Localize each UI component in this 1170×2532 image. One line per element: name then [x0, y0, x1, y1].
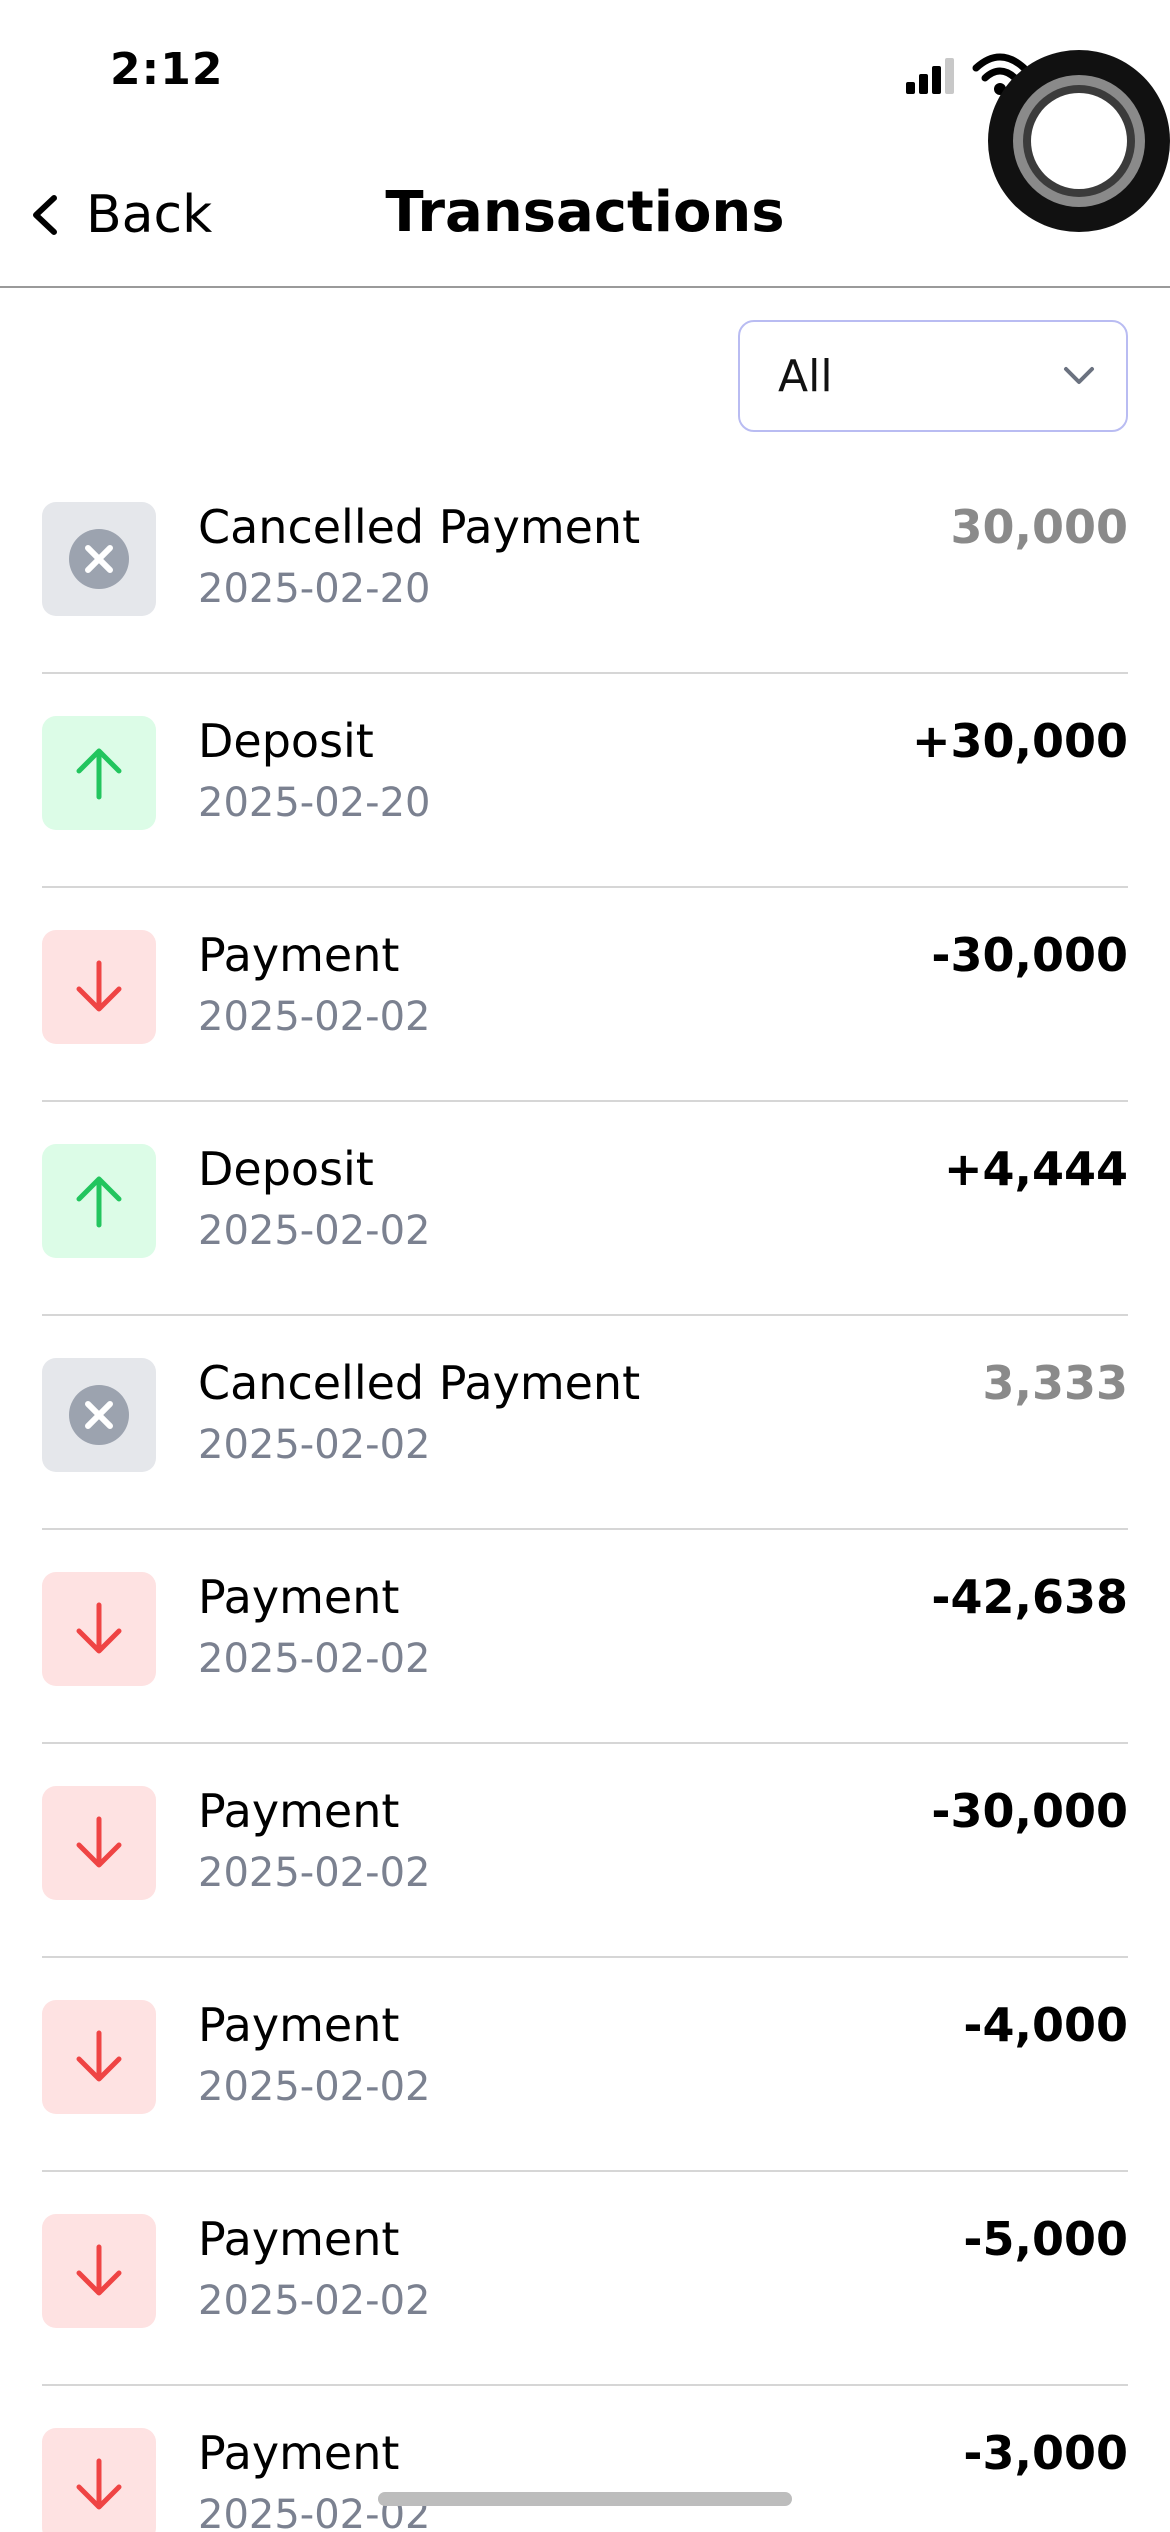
transaction-amount: -5,000 [963, 2212, 1128, 2266]
transaction-amount: -30,000 [931, 1784, 1128, 1838]
transaction-title: Payment [198, 2426, 400, 2480]
chevron-down-icon [1064, 367, 1094, 384]
transaction-date: 2025-02-02 [198, 2278, 431, 2324]
transaction-title: Deposit [198, 1142, 374, 1196]
transaction-amount: -42,638 [931, 1570, 1128, 1624]
close-circle-icon [42, 1358, 156, 1472]
transaction-amount: 3,333 [982, 1356, 1128, 1410]
close-circle-icon [42, 502, 156, 616]
arrow-down-icon [42, 2214, 156, 2328]
transaction-row[interactable]: Cancelled Payment 2025-02-02 3,333 [42, 1316, 1128, 1530]
arrow-down-icon [42, 2000, 156, 2114]
cellular-signal-icon [906, 58, 954, 94]
transaction-row[interactable]: Payment 2025-02-02 -30,000 [42, 1744, 1128, 1958]
arrow-down-icon [42, 1572, 156, 1686]
transaction-date: 2025-02-02 [198, 994, 431, 1040]
transaction-row[interactable]: Payment 2025-02-02 -42,638 [42, 1530, 1128, 1744]
transaction-date: 2025-02-20 [198, 780, 431, 826]
transaction-amount: 30,000 [950, 500, 1128, 554]
transaction-list: Cancelled Payment 2025-02-20 30,000 Deposit… [42, 460, 1128, 2532]
transaction-amount: -30,000 [931, 928, 1128, 982]
arrow-up-icon [42, 1144, 156, 1258]
transaction-amount: +30,000 [911, 714, 1128, 768]
transaction-date: 2025-02-02 [198, 1850, 431, 1896]
filter-value: All [778, 350, 833, 402]
transaction-date: 2025-02-02 [198, 1208, 431, 1254]
transaction-title: Payment [198, 2212, 400, 2266]
transaction-row[interactable]: Payment 2025-02-02 -3,000 [42, 2386, 1128, 2532]
filter-dropdown[interactable]: All [738, 320, 1128, 432]
transaction-title: Deposit [198, 714, 374, 768]
transaction-title: Cancelled Payment [198, 1356, 641, 1410]
arrow-down-icon [42, 930, 156, 1044]
transaction-row[interactable]: Cancelled Payment 2025-02-20 30,000 [42, 460, 1128, 674]
transaction-title: Payment [198, 1998, 400, 2052]
transaction-row[interactable]: Payment 2025-02-02 -5,000 [42, 2172, 1128, 2386]
transaction-row[interactable]: Payment 2025-02-02 -4,000 [42, 1958, 1128, 2172]
transaction-row[interactable]: Payment 2025-02-02 -30,000 [42, 888, 1128, 1102]
status-bar: 2:12 [0, 0, 1170, 232]
transaction-title: Payment [198, 1570, 400, 1624]
transaction-date: 2025-02-02 [198, 2064, 431, 2110]
transaction-date: 2025-02-02 [198, 1422, 431, 1468]
arrow-up-icon [42, 716, 156, 830]
transaction-title: Payment [198, 928, 400, 982]
nav-bar: Back Transactions [0, 150, 1170, 288]
transaction-date: 2025-02-20 [198, 566, 431, 612]
transaction-amount: -3,000 [963, 2426, 1128, 2480]
transaction-amount: -4,000 [963, 1998, 1128, 2052]
transaction-title: Payment [198, 1784, 400, 1838]
transaction-date: 2025-02-02 [198, 1636, 431, 1682]
home-indicator [378, 2492, 792, 2506]
transaction-title: Cancelled Payment [198, 500, 641, 554]
transaction-amount: +4,444 [943, 1142, 1128, 1196]
arrow-down-icon [42, 1786, 156, 1900]
status-time: 2:12 [110, 44, 224, 95]
page-title: Transactions [385, 180, 785, 245]
arrow-down-icon [42, 2428, 156, 2532]
transaction-row[interactable]: Deposit 2025-02-02 +4,444 [42, 1102, 1128, 1316]
transaction-row[interactable]: Deposit 2025-02-20 +30,000 [42, 674, 1128, 888]
